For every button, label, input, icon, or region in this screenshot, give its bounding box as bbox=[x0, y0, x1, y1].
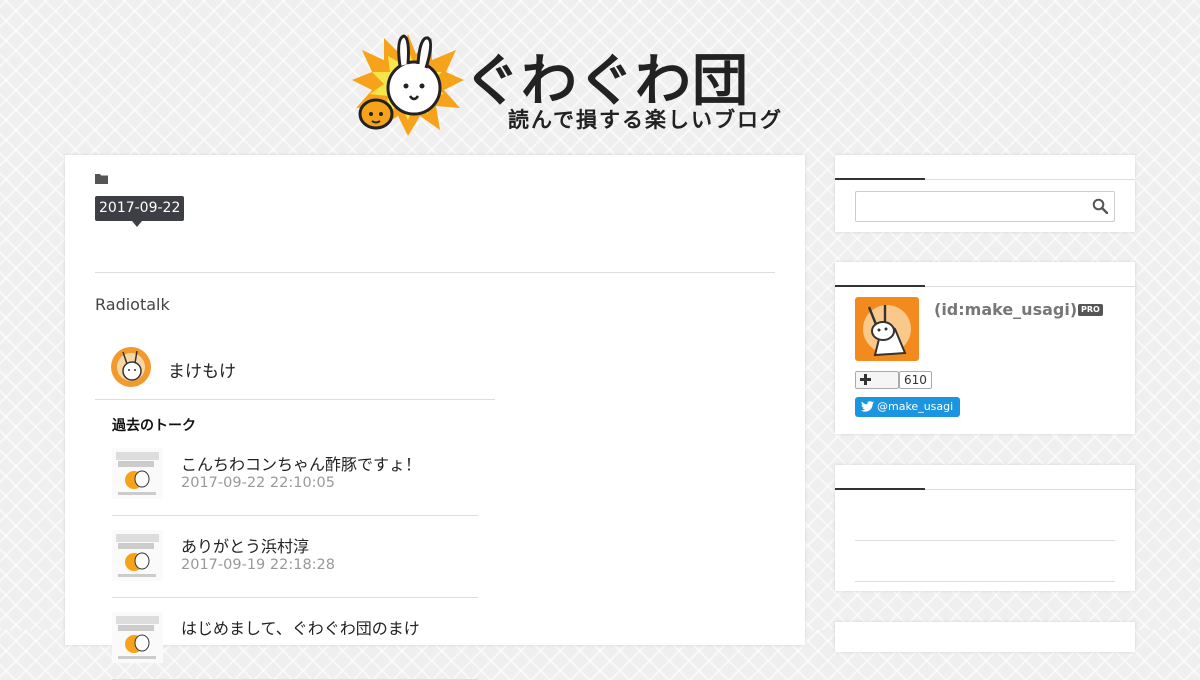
talk-time: 2017-09-19 22:18:28 bbox=[181, 557, 335, 573]
rabbit-mascot-logo bbox=[352, 34, 464, 136]
list-item[interactable]: ありがとう浜村淳 2017-09-19 22:18:28 bbox=[112, 515, 478, 598]
follower-count: 610 bbox=[899, 371, 932, 389]
site-logo[interactable]: ぐわぐわ団 読んで損する楽しいブログ bbox=[352, 32, 848, 140]
divider bbox=[855, 581, 1115, 582]
section-title: Radiotalk bbox=[95, 295, 170, 314]
main-content: 2017-09-22 Radiotalk まけもけ 過去のトーク こんちわコンち… bbox=[65, 155, 805, 680]
date-badge[interactable]: 2017-09-22 bbox=[95, 196, 185, 227]
follow-button[interactable] bbox=[855, 371, 899, 389]
talk-thumbnail bbox=[112, 530, 163, 581]
search-input[interactable] bbox=[856, 192, 1088, 219]
talk-time: 2017-09-22 22:10:05 bbox=[181, 475, 335, 491]
talk-title[interactable]: ありがとう浜村淳 bbox=[181, 533, 309, 557]
twitter-bird-icon bbox=[861, 401, 874, 412]
talk-title[interactable]: こんちわコンちゃん酢豚ですょ！ bbox=[181, 451, 421, 475]
past-talks-heading: 過去のトーク bbox=[112, 418, 196, 434]
avatar[interactable] bbox=[855, 297, 919, 361]
radiotalk-user-name[interactable]: まけもけ bbox=[168, 357, 236, 382]
sidebar-module bbox=[835, 622, 1135, 652]
site-subtitle: 読んで損する楽しいブログ bbox=[508, 108, 783, 132]
list-item[interactable]: はじめまして、ぐわぐわ団のまけ bbox=[112, 597, 478, 680]
twitter-follow-button[interactable]: @make_usagi bbox=[855, 397, 961, 417]
talk-title[interactable]: はじめまして、ぐわぐわ団のまけ bbox=[181, 615, 420, 639]
sidebar-module bbox=[835, 465, 1135, 591]
profile-id[interactable]: (id:make_usagi) bbox=[934, 300, 1077, 319]
module-header bbox=[835, 465, 1135, 490]
divider bbox=[855, 540, 1115, 541]
profile-module: (id:make_usagi) PRO 610 @make_usagi bbox=[835, 262, 1135, 434]
list-item[interactable]: こんちわコンちゃん酢豚ですょ！ 2017-09-22 22:10:05 bbox=[112, 433, 478, 516]
search-module bbox=[835, 155, 1135, 232]
search-box bbox=[855, 191, 1115, 222]
avatar[interactable] bbox=[111, 347, 151, 387]
plus-icon bbox=[860, 374, 871, 385]
talk-thumbnail bbox=[112, 448, 163, 499]
folder-icon bbox=[95, 174, 108, 184]
module-header bbox=[835, 155, 1135, 180]
search-icon[interactable] bbox=[1092, 198, 1108, 214]
radiotalk-header[interactable]: まけもけ bbox=[95, 335, 495, 400]
divider bbox=[95, 272, 775, 273]
talk-thumbnail bbox=[112, 612, 163, 663]
radiotalk-widget: まけもけ 過去のトーク こんちわコンちゃん酢豚ですょ！ 2017-09-22 2… bbox=[95, 335, 495, 680]
pro-badge: PRO bbox=[1078, 304, 1103, 316]
module-header bbox=[835, 262, 1135, 287]
twitter-handle: @make_usagi bbox=[877, 400, 954, 413]
